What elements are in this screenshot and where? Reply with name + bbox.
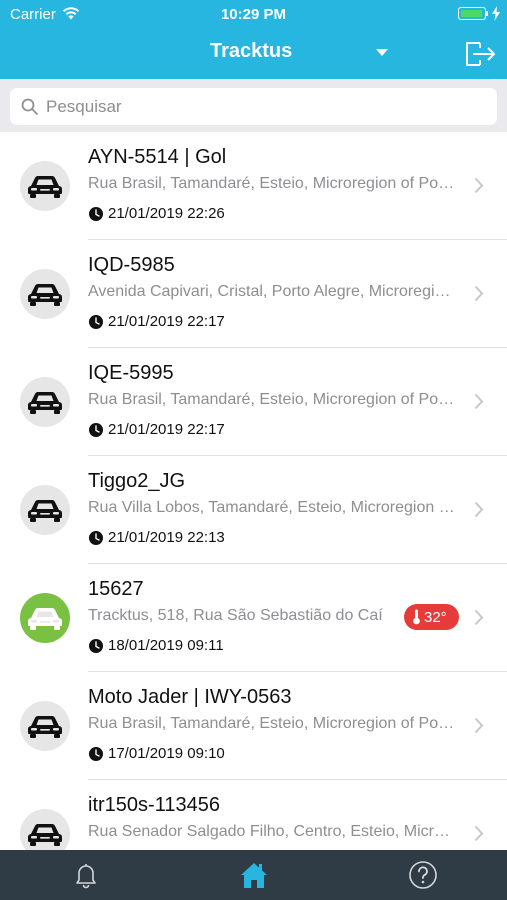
- car-icon: [28, 500, 62, 522]
- chevron-right-icon: [474, 717, 484, 734]
- vehicle-avatar: [20, 269, 70, 319]
- clock-icon: [89, 747, 103, 761]
- battery-icon: [458, 7, 486, 20]
- help-icon: [409, 861, 437, 889]
- vehicle-address: Avenida Capivari, Cristal, Porto Alegre,…: [88, 283, 456, 300]
- logout-button[interactable]: [460, 36, 498, 72]
- top-header: Carrier 10:29 PM Tracktus: [0, 0, 507, 79]
- status-bar: Carrier 10:29 PM: [0, 0, 507, 28]
- vehicle-avatar: [20, 377, 70, 427]
- vehicle-last-update: 21/01/2019 22:17: [108, 421, 225, 438]
- tab-notifications[interactable]: [56, 850, 116, 900]
- battery-tip: [486, 11, 488, 16]
- vehicle-name: Moto Jader | IWY-0563: [88, 686, 292, 708]
- bottom-tab-bar: [0, 850, 507, 900]
- search-bar: [0, 79, 507, 132]
- car-icon: [28, 284, 62, 306]
- vehicle-row[interactable]: IQD-5985 Avenida Capivari, Cristal, Port…: [0, 240, 507, 348]
- vehicle-row[interactable]: AYN-5514 | Gol Rua Brasil, Tamandaré, Es…: [0, 132, 507, 240]
- tab-home[interactable]: [224, 850, 284, 900]
- vehicle-row[interactable]: IQE-5995 Rua Brasil, Tamandaré, Esteio, …: [0, 348, 507, 456]
- tab-help[interactable]: [393, 850, 453, 900]
- vehicle-last-update: 21/01/2019 22:13: [108, 529, 225, 546]
- vehicle-address: Rua Brasil, Tamandaré, Esteio, Microregi…: [88, 175, 456, 192]
- car-icon: [28, 392, 62, 414]
- search-icon: [21, 98, 38, 115]
- vehicle-last-update: 18/01/2019 09:11: [108, 637, 224, 654]
- vehicle-last-update: 21/01/2019 22:17: [108, 313, 225, 330]
- status-time: 10:29 PM: [220, 6, 287, 23]
- vehicle-address: Rua Villa Lobos, Tamandaré, Esteio, Micr…: [88, 499, 456, 516]
- vehicle-row[interactable]: Tiggo2_JG Rua Villa Lobos, Tamandaré, Es…: [0, 456, 507, 564]
- chevron-right-icon: [474, 393, 484, 410]
- car-icon: [28, 716, 62, 738]
- account-selector[interactable]: Tracktus: [160, 36, 400, 68]
- vehicle-name: Tiggo2_JG: [88, 470, 186, 492]
- clock-icon: [89, 639, 103, 653]
- vehicle-address: Rua Brasil, Tamandaré, Esteio, Microregi…: [88, 391, 456, 408]
- chevron-right-icon: [474, 609, 484, 626]
- chevron-right-icon: [474, 177, 484, 194]
- app-title: Tracktus: [210, 40, 293, 62]
- vehicle-name: IQE-5995: [88, 362, 174, 384]
- chevron-right-icon: [474, 285, 484, 302]
- car-icon: [28, 608, 62, 630]
- vehicle-row[interactable]: Moto Jader | IWY-0563 Rua Brasil, Tamand…: [0, 672, 507, 780]
- clock-icon: [89, 423, 103, 437]
- temperature-badge: 32°: [404, 604, 459, 630]
- vehicle-address: Tracktus, 518, Rua São Sebastião do Caí: [88, 607, 383, 624]
- vehicle-avatar: [20, 161, 70, 211]
- vehicle-row[interactable]: 15627 Tracktus, 518, Rua São Sebastião d…: [0, 564, 507, 672]
- vehicle-avatar: [20, 809, 70, 850]
- charging-bolt-icon: [492, 6, 500, 21]
- vehicle-last-update: 21/01/2019 22:26: [108, 205, 225, 222]
- caret-down-icon: [376, 49, 388, 56]
- car-icon: [28, 824, 62, 846]
- thermometer-icon: [413, 609, 420, 625]
- vehicle-name: 15627: [88, 578, 144, 600]
- vehicle-address: Rua Brasil, Tamandaré, Esteio, Microregi…: [88, 715, 456, 732]
- chevron-right-icon: [474, 501, 484, 518]
- vehicle-row[interactable]: itr150s-113456 Rua Senador Salgado Filho…: [0, 780, 507, 850]
- search-box[interactable]: [10, 88, 497, 125]
- vehicle-avatar: [20, 485, 70, 535]
- search-input[interactable]: [46, 88, 486, 125]
- clock-icon: [89, 531, 103, 545]
- vehicle-name: IQD-5985: [88, 254, 175, 276]
- temperature-value: 32°: [424, 609, 447, 626]
- vehicle-last-update: 17/01/2019 09:10: [108, 745, 225, 762]
- chevron-right-icon: [474, 825, 484, 842]
- home-icon: [241, 863, 267, 888]
- clock-icon: [89, 207, 103, 221]
- clock-icon: [89, 315, 103, 329]
- vehicle-name: AYN-5514 | Gol: [88, 146, 227, 168]
- bell-icon: [76, 864, 96, 889]
- vehicle-name: itr150s-113456: [88, 794, 220, 816]
- vehicle-avatar: [20, 701, 70, 751]
- car-icon: [28, 176, 62, 198]
- vehicle-list: AYN-5514 | Gol Rua Brasil, Tamandaré, Es…: [0, 132, 507, 850]
- vehicle-address: Rua Senador Salgado Filho, Centro, Estei…: [88, 823, 456, 840]
- vehicle-avatar: [20, 593, 70, 643]
